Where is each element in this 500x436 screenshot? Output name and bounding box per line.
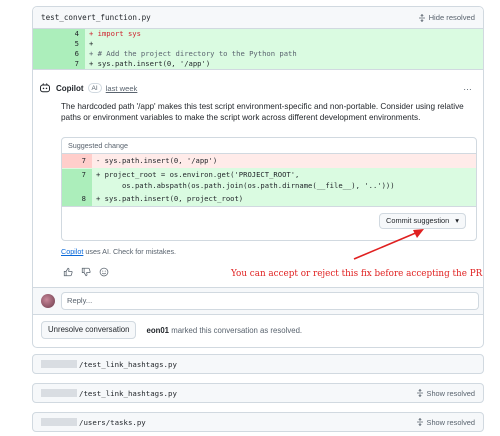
file-row[interactable]: /users/tasks.py Show resolved [32,412,484,432]
thread-filename[interactable]: test_convert_function.py [41,13,151,22]
resolver-username[interactable]: eon01 [146,326,169,335]
line-number: 7 [62,169,92,192]
thread-header: test_convert_function.py Hide resolved [33,7,483,29]
unfold-icon [416,389,423,397]
line-number: 4 [33,29,85,39]
resolution-row: Unresolve conversation eon01 marked this… [33,321,483,339]
show-resolved-label: Show resolved [426,417,475,427]
comment-body: The hardcoded path '/app' makes this tes… [61,102,464,122]
diff-code: + [89,39,94,48]
diff-hunk: 4 + import sys 5 + 6 + # Add the project… [33,29,483,70]
commit-suggestion-label: Commit suggestion [386,216,450,225]
file-path-text: /test_link_hashtags.py [79,388,177,398]
thumbs-up-icon[interactable] [63,267,73,277]
reaction-bar [63,267,109,277]
unresolve-conversation-button[interactable]: Unresolve conversation [41,321,137,339]
hide-resolved-button[interactable]: Hide resolved [418,13,475,22]
file-path: /users/tasks.py [41,418,146,427]
diff-code: + import sys [89,29,141,38]
show-resolved-button[interactable]: Show resolved [416,389,475,398]
line-number: 7 [33,59,85,69]
comment-header: Copilot AI last week … [33,81,483,95]
copilot-link[interactable]: Copilot [61,247,83,256]
file-row[interactable]: /test_link_hashtags.py [32,354,484,374]
unfold-icon [418,13,425,22]
ai-badge: AI [87,83,102,93]
added-code: + project_root = os.environ.get('PROJECT… [92,169,395,192]
thumbs-down-icon[interactable] [81,267,91,277]
resolution-text: marked this conversation as resolved. [169,325,303,335]
smiley-icon[interactable] [99,267,109,277]
removed-line: 7 - sys.path.insert(0, '/app') [62,154,476,168]
line-number: 6 [33,49,85,59]
added-code-line-2: os.path.abspath(os.path.join(os.path.dir… [96,181,395,190]
ai-disclaimer: Copilot uses AI. Check for mistakes. [61,247,176,256]
comment-author[interactable]: Copilot [56,84,84,93]
line-number: 5 [33,39,85,49]
removed-code: - sys.path.insert(0, '/app') [96,156,218,165]
suggested-change-title: Suggested change [62,138,476,154]
avatar [41,294,55,308]
show-resolved-label: Show resolved [426,388,475,398]
review-thread: test_convert_function.py Hide resolved 4… [32,6,484,348]
kebab-menu-icon[interactable]: … [463,82,473,92]
added-line: 7 + project_root = os.environ.get('PROJE… [62,168,476,192]
diff-code: + # Add the project directory to the Pyt… [89,49,297,58]
line-number: 7 [62,154,92,168]
added-code-line-1: + project_root = os.environ.get('PROJECT… [96,170,300,179]
file-path: /test_link_hashtags.py [41,360,177,369]
diff-code: + sys.path.insert(0, '/app') [89,59,211,68]
redacted-block [41,389,77,397]
file-path-text: /users/tasks.py [79,417,146,427]
reply-bar: Reply... [33,287,483,315]
hide-resolved-label: Hide resolved [428,13,475,22]
unfold-icon [416,418,423,426]
disclaimer-text: uses AI. Check for mistakes. [83,247,177,256]
show-resolved-button[interactable]: Show resolved [416,418,475,427]
diff-line: 6 + # Add the project directory to the P… [33,49,483,59]
diff-line: 7 + sys.path.insert(0, '/app') [33,59,483,69]
line-number: 8 [62,192,92,206]
redacted-block [41,418,77,426]
file-path: /test_link_hashtags.py [41,389,177,398]
diff-line: 4 + import sys [33,29,483,39]
added-code: + sys.path.insert(0, project_root) [96,194,244,203]
added-line: 8 + sys.path.insert(0, project_root) [62,192,476,206]
file-row[interactable]: /test_link_hashtags.py Show resolved [32,383,484,403]
annotation-text: You can accept or reject this fix before… [231,269,483,279]
comment-timestamp[interactable]: last week [106,84,138,93]
redacted-block [41,360,77,368]
copilot-comment: Copilot AI last week … The hardcoded pat… [33,81,483,339]
diff-line: 5 + [33,39,483,49]
annotation-arrow [353,229,424,260]
copilot-icon [40,83,50,93]
reply-input[interactable]: Reply... [61,292,479,310]
file-path-text: /test_link_hashtags.py [79,359,177,369]
chevron-down-icon: ▾ [455,216,459,225]
resolution-status: eon01 marked this conversation as resolv… [146,326,302,335]
